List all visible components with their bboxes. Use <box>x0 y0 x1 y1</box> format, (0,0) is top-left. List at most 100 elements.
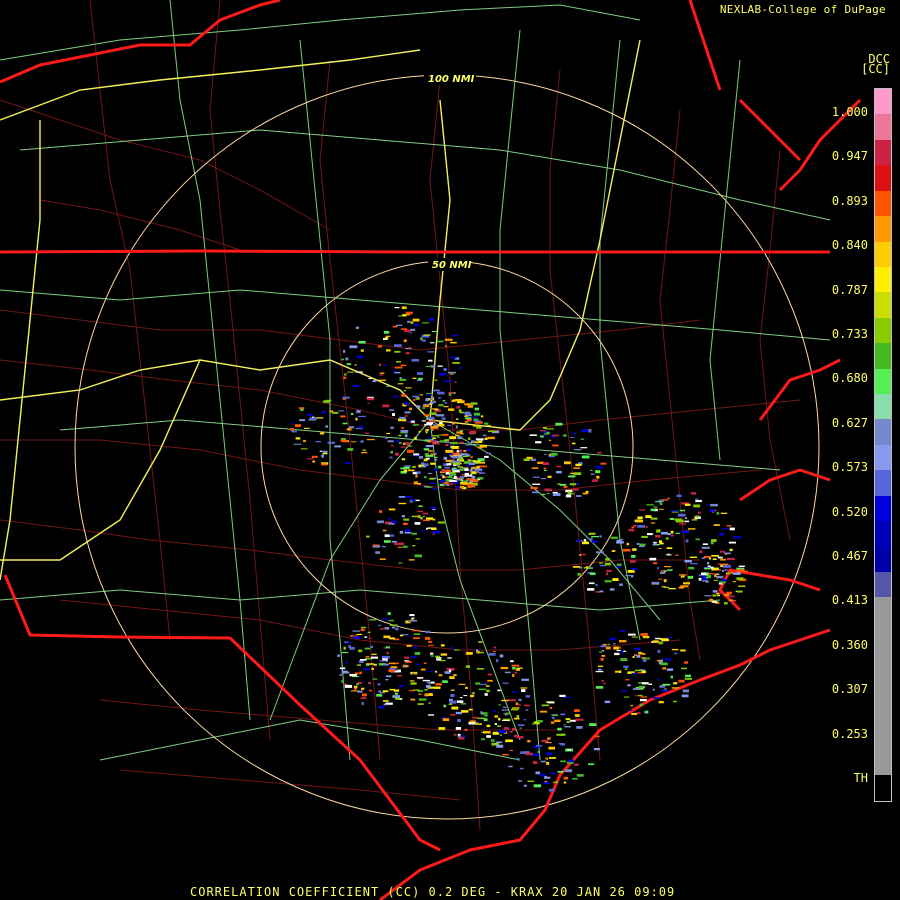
echo-pixel <box>303 427 310 429</box>
echo-pixel <box>404 656 410 659</box>
echo-pixel <box>685 539 689 543</box>
echo-pixel <box>409 619 417 622</box>
echo-pixel <box>557 727 562 731</box>
echo-pixel <box>403 518 410 521</box>
echo-pixel <box>464 475 467 477</box>
color-scale-segment <box>875 724 891 750</box>
echo-pixel <box>349 426 355 429</box>
echo-pixel <box>736 577 744 581</box>
echo-pixel <box>417 510 424 513</box>
echo-pixel <box>501 709 509 711</box>
echo-pixel <box>365 656 370 658</box>
echo-pixel <box>348 645 351 648</box>
echo-pixel <box>424 453 429 455</box>
echo-pixel <box>490 739 495 742</box>
echo-pixel <box>394 692 398 695</box>
color-scale-segment <box>875 190 891 217</box>
color-scale-tick-label: 0.893 <box>831 193 868 208</box>
echo-pixel <box>637 516 643 520</box>
echo-pixel <box>660 571 666 574</box>
echo-pixel <box>456 406 461 409</box>
echo-pixel <box>426 517 433 520</box>
echo-pixel <box>486 735 491 738</box>
echo-pixel <box>546 752 552 756</box>
echo-pixel <box>557 770 564 773</box>
echo-pixel <box>306 458 314 460</box>
echo-pixel <box>546 428 555 430</box>
echo-pixel <box>472 716 478 719</box>
echo-pixel <box>452 456 460 459</box>
echo-pixel <box>431 408 436 410</box>
echo-pixel <box>446 463 451 466</box>
echo-pixel <box>671 534 674 537</box>
color-scale-segment <box>875 292 891 318</box>
echo-pixel <box>457 466 463 468</box>
echo-pixel <box>456 477 460 479</box>
echo-pixel <box>690 492 697 495</box>
echo-pixel <box>622 548 631 552</box>
echo-pixel <box>596 475 600 479</box>
echo-pixel <box>422 679 430 682</box>
echo-pixel <box>460 480 469 482</box>
echo-pixel <box>434 458 438 461</box>
echo-pixel <box>429 403 432 405</box>
echo-pixel <box>632 656 635 658</box>
echo-pixel <box>589 537 593 541</box>
echo-pixel <box>681 694 689 698</box>
echo-pixel <box>388 518 391 520</box>
echo-pixel <box>399 634 403 637</box>
echo-pixel <box>420 465 427 468</box>
color-scale-segment <box>875 419 891 445</box>
echo-pixel <box>564 461 571 465</box>
echo-pixel <box>434 477 437 480</box>
echo-pixel <box>630 574 634 578</box>
echo-pixel <box>632 688 640 690</box>
echo-pixel <box>545 742 552 744</box>
echo-pixel <box>614 652 620 656</box>
echo-pixel <box>632 524 637 527</box>
echo-pixel <box>434 456 438 459</box>
echo-pixel <box>432 530 441 534</box>
echo-pixel <box>349 673 357 677</box>
echo-pixel <box>706 572 709 575</box>
echo-pixel <box>563 776 568 780</box>
echo-pixel <box>465 652 473 655</box>
echo-pixel <box>435 670 438 673</box>
echo-pixel <box>406 314 410 316</box>
echo-pixel <box>645 710 649 714</box>
echo-pixel <box>541 493 546 495</box>
echo-pixel <box>426 486 433 488</box>
echo-pixel <box>508 765 513 768</box>
echo-pixel <box>590 572 596 576</box>
echo-pixel <box>494 723 498 725</box>
echo-pixel <box>518 704 521 706</box>
color-scale-tick-label: 0.307 <box>831 682 868 697</box>
echo-pixel <box>410 635 414 637</box>
echo-pixel <box>421 530 424 533</box>
echo-pixel <box>429 412 437 415</box>
echo-pixel <box>449 480 458 482</box>
echo-pixel <box>620 658 628 661</box>
echo-pixel <box>716 575 724 579</box>
echo-pixel <box>671 648 679 651</box>
echo-pixel <box>321 410 326 414</box>
echo-pixel <box>430 506 437 509</box>
color-scale-tick-label: 0.733 <box>831 327 868 341</box>
echo-pixel <box>726 557 735 560</box>
echo-pixel <box>424 636 431 640</box>
echo-pixel <box>588 763 595 766</box>
echo-pixel <box>437 521 445 524</box>
echo-pixel <box>403 469 408 473</box>
echo-pixel <box>342 422 348 425</box>
echo-pixel <box>410 420 415 423</box>
echo-pixel <box>448 408 455 411</box>
echo-pixel <box>541 739 549 742</box>
echo-pixel <box>563 434 567 437</box>
color-scale-segment <box>875 597 891 623</box>
echo-pixel <box>425 398 429 402</box>
echo-pixel <box>677 513 686 517</box>
echo-pixel <box>498 730 507 733</box>
echo-pixel <box>606 569 612 572</box>
echo-pixel <box>327 441 336 444</box>
echo-pixel <box>453 399 456 402</box>
